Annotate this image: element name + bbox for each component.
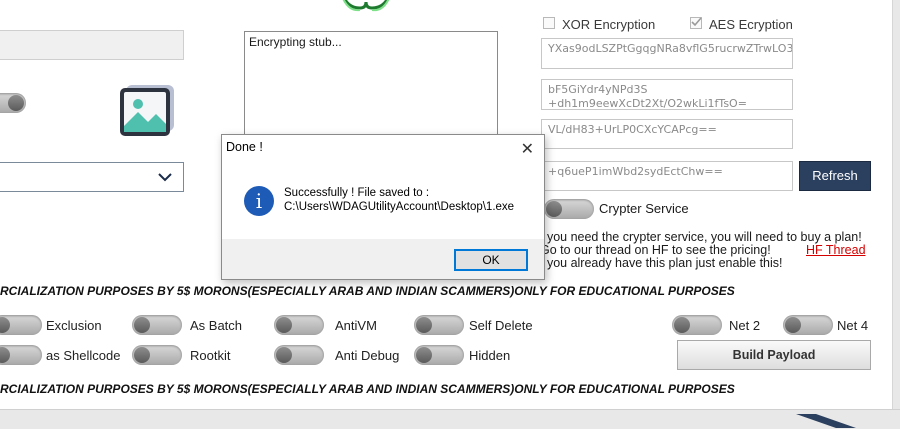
antivm-label: AntiVM — [335, 318, 377, 333]
key-field-2[interactable]: bF5GiYdr4yNPd3S +dh1m9eewXcDt2Xt/O2wkLi1… — [541, 79, 793, 110]
window-right-border — [892, 0, 900, 410]
net2-toggle[interactable] — [672, 315, 722, 335]
ok-button[interactable]: OK — [454, 249, 528, 271]
as-batch-label: As Batch — [190, 318, 243, 333]
log-text: Encrypting stub... — [249, 35, 342, 49]
check-icon — [691, 17, 702, 27]
aes-checkbox[interactable] — [690, 17, 702, 29]
corner-decoration — [796, 414, 856, 428]
net2-label: Net 2 — [729, 318, 761, 333]
key-field-1[interactable]: YXas9odLSZPtGgqgNRa8vflG5rucrwZTrwLO3hmA… — [541, 38, 793, 69]
crypter-service-label: Crypter Service — [599, 201, 689, 216]
anti-debug-toggle[interactable] — [274, 345, 324, 365]
top-edge — [0, 0, 900, 10]
image-icon[interactable] — [118, 82, 176, 138]
close-icon[interactable]: ✕ — [521, 139, 534, 159]
hf-thread-link[interactable]: HF Thread — [806, 243, 866, 257]
crypter-service-toggle[interactable] — [544, 199, 594, 219]
crypter-info-1: f you need the crypter service, you will… — [540, 230, 862, 244]
xor-checkbox[interactable] — [543, 17, 555, 29]
done-dialog: Done ! ✕ i Successfully ! File saved to … — [221, 134, 545, 280]
stub-select[interactable] — [0, 162, 184, 192]
refresh-button[interactable]: Refresh — [799, 161, 871, 191]
aes-label: AES Ecryption — [709, 17, 793, 32]
info-icon: i — [244, 186, 274, 216]
as-shellcode-toggle[interactable] — [0, 345, 42, 365]
as-shellcode-label: as Shellcode — [46, 348, 121, 363]
dialog-message-line2: C:\Users\WDAGUtilityAccount\Desktop\1.ex… — [284, 201, 515, 213]
log-output[interactable]: Encrypting stub... — [244, 31, 498, 139]
anti-debug-label: Anti Debug — [335, 348, 400, 363]
warning-text-2: RCIALIZATION PURPOSES BY 5$ MORONS(ESPEC… — [0, 382, 735, 396]
antivm-toggle[interactable] — [274, 315, 324, 335]
exclusion-label: Exclusion — [46, 318, 102, 333]
self-delete-toggle[interactable] — [414, 315, 464, 335]
bottom-bar — [0, 409, 900, 429]
file-path-field[interactable] — [0, 30, 184, 60]
rootkit-toggle[interactable] — [132, 345, 182, 365]
key-field-3[interactable]: VL/dH83+UrLP0CXcYCAPcg== — [541, 119, 793, 149]
xor-label: XOR Encryption — [562, 17, 656, 32]
chevron-down-icon — [158, 173, 172, 182]
rootkit-label: Rootkit — [190, 348, 231, 363]
build-payload-button[interactable]: Build Payload — [677, 340, 871, 370]
net4-label: Net 4 — [837, 318, 869, 333]
self-delete-label: Self Delete — [469, 318, 533, 333]
crypter-info-2: Go to our thread on HF to see the pricin… — [540, 243, 771, 257]
hidden-toggle[interactable] — [414, 345, 464, 365]
exclusion-toggle[interactable] — [0, 315, 42, 335]
key-field-4[interactable]: +q6ueP1imWbd2sydEctChw== — [541, 161, 793, 191]
dialog-message-line1: Successfully ! File saved to : — [284, 187, 430, 199]
crypter-info-3: f you already have this plan just enable… — [540, 256, 783, 270]
app-logo — [342, 0, 390, 12]
net4-toggle[interactable] — [783, 315, 833, 335]
hidden-label: Hidden — [469, 348, 511, 363]
toggle-top-left[interactable] — [0, 93, 26, 113]
warning-text-1: RCIALIZATION PURPOSES BY 5$ MORONS(ESPEC… — [0, 284, 735, 298]
dialog-title: Done ! — [226, 140, 263, 154]
as-batch-toggle[interactable] — [132, 315, 182, 335]
